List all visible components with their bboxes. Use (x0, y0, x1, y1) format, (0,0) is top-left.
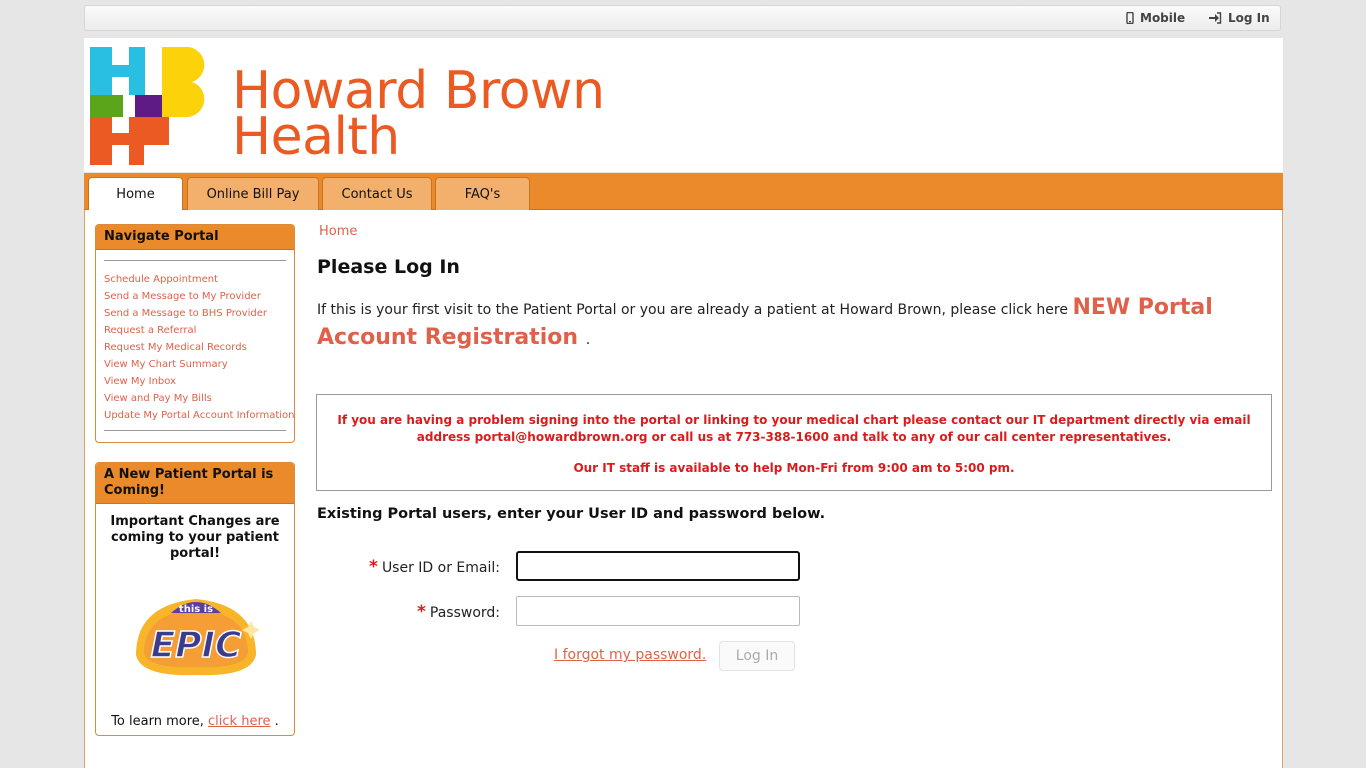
tab-home[interactable]: Home (88, 177, 183, 211)
tab-faqs[interactable]: FAQ's (435, 177, 530, 210)
site-header: Howard Brown Health (84, 38, 1283, 172)
epic-small-text: this is (179, 604, 213, 615)
breadcrumb-home[interactable]: Home (319, 224, 357, 239)
howard-brown-logo-icon (90, 47, 205, 165)
promo-click-here-link[interactable]: click here (208, 714, 270, 729)
nav-link-request-records[interactable]: Request (104, 342, 148, 353)
nav-item-account-info: Update My Portal Account Information (104, 407, 294, 424)
nav-item-text: My Chart Summary (130, 359, 228, 370)
tab-online-bill-pay[interactable]: Online Bill Pay (187, 177, 319, 210)
navigate-portal-box: Navigate Portal Schedule Appointment Sen… (95, 224, 295, 443)
nav-item-message-provider: Send a Message to My Provider (104, 288, 286, 305)
nav-item-message-bhs: Send a Message to BHS Provider (104, 305, 286, 322)
sign-in-icon (1209, 12, 1222, 24)
intro-paragraph: If this is your first visit to the Patie… (317, 294, 1257, 354)
nav-item-text: My Inbox (130, 376, 177, 387)
nav-item-text: a Referral (147, 325, 197, 336)
required-mark: * (369, 557, 378, 577)
nav-divider-bottom (104, 430, 286, 431)
it-support-notice: If you are having a problem signing into… (316, 394, 1272, 491)
nav-link-request-referral[interactable]: Request (104, 325, 148, 336)
tab-online-bill-pay-label: Online Bill Pay (206, 186, 300, 202)
user-id-input[interactable] (516, 551, 800, 581)
nav-item-chart-summary: View My Chart Summary (104, 356, 286, 373)
promo-footer: To learn more, click here . (96, 714, 294, 729)
nav-item-text: My Bills (173, 393, 212, 404)
user-id-row: * User ID or Email: (317, 551, 817, 581)
page-title: Please Log In (317, 256, 460, 278)
navigate-portal-list: Schedule Appointment Send a Message to M… (96, 250, 294, 431)
nav-item-text: a Message to My Provider (132, 291, 261, 302)
navigate-portal-title: Navigate Portal (96, 225, 294, 250)
intro-suffix: . (585, 332, 591, 348)
existing-users-instructions: Existing Portal users, enter your User I… (317, 506, 826, 522)
top-login-link[interactable]: Log In (1208, 11, 1270, 25)
nav-item-request-referral: Request a Referral (104, 322, 286, 339)
tab-home-label: Home (116, 187, 155, 202)
top-utility-bar: Mobile Log In (84, 5, 1281, 31)
tab-contact-us-label: Contact Us (341, 186, 413, 202)
nav-link-schedule[interactable]: Schedule (104, 274, 153, 285)
content-area: Navigate Portal Schedule Appointment Sen… (84, 210, 1283, 768)
password-row: * Password: (317, 596, 817, 626)
nav-divider-top (104, 260, 286, 261)
nav-link-view-inbox[interactable]: View (104, 376, 131, 387)
password-input[interactable] (516, 596, 800, 626)
user-id-label: * User ID or Email: (369, 557, 500, 577)
nav-item-bills: View and Pay My Bills (104, 390, 286, 407)
nav-link-view-chart[interactable]: View (104, 359, 131, 370)
nav-item-schedule-appointment: Schedule Appointment (104, 271, 286, 288)
promo-body: Important Changes are coming to your pat… (110, 514, 280, 561)
password-label-text: Password: (429, 605, 500, 621)
nav-link-update-account[interactable]: Update (104, 410, 143, 421)
nav-link-send-bhs[interactable]: Send (104, 308, 132, 319)
required-mark: * (417, 602, 426, 622)
mobile-label: Mobile (1140, 11, 1186, 25)
nav-item-text: My Portal Account Information (143, 410, 295, 421)
user-id-label-text: User ID or Email: (381, 560, 500, 576)
brand-name: Howard Brown Health (232, 65, 605, 163)
nav-item-text: Appointment (153, 274, 218, 285)
support-hours-text: Our IT staff is available to help Mon-Fr… (573, 461, 1015, 475)
nav-item-text: My Medical Records (147, 342, 247, 353)
tab-faqs-label: FAQ's (464, 186, 501, 202)
tab-contact-us[interactable]: Contact Us (322, 177, 432, 210)
mobile-phone-icon (1126, 12, 1134, 24)
nav-item-request-records: Request My Medical Records (104, 339, 286, 356)
promo-title: A New Patient Portal is Coming! (96, 463, 294, 504)
nav-link-send-provider[interactable]: Send (104, 291, 132, 302)
top-login-label: Log In (1228, 11, 1270, 25)
forgot-password-link[interactable]: I forgot my password. (554, 647, 706, 663)
new-portal-promo-box: A New Patient Portal is Coming! Importan… (95, 462, 295, 736)
login-button[interactable]: Log In (719, 641, 795, 671)
promo-foot-prefix: To learn more, (111, 714, 209, 729)
nav-link-view-pay-bills[interactable]: View and Pay (104, 393, 174, 404)
epic-logo-icon: this is EPIC (136, 599, 260, 676)
support-contact-text: If you are having a problem signing into… (337, 413, 1251, 444)
epic-big-text: EPIC (151, 625, 242, 666)
mobile-link[interactable]: Mobile (1126, 11, 1185, 25)
nav-item-inbox: View My Inbox (104, 373, 286, 390)
main-nav-tabs: Home Online Bill Pay Contact Us FAQ's (84, 173, 1283, 211)
intro-text: If this is your first visit to the Patie… (317, 302, 1073, 318)
promo-foot-suffix: . (270, 714, 279, 729)
password-label: * Password: (417, 602, 500, 622)
nav-item-text: a Message to BHS Provider (132, 308, 267, 319)
